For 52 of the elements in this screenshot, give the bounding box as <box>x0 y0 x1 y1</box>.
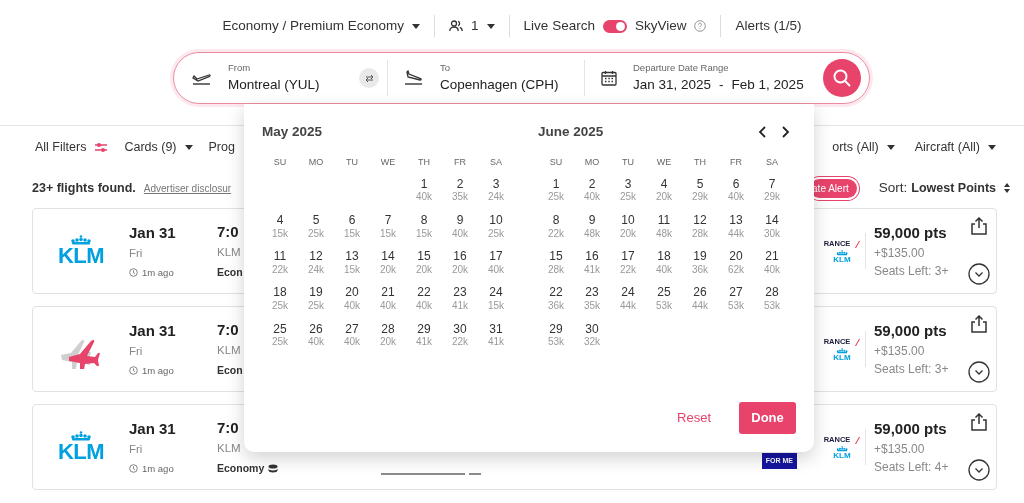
flight-date: Jan 31 <box>129 321 177 341</box>
cabin-class: Economy <box>217 461 265 476</box>
flight-date: Jan 31 <box>129 223 177 243</box>
departure-time: 7:0 <box>217 418 240 439</box>
weekday-label: TH <box>693 156 707 169</box>
cash-fee: +$135.00 <box>874 441 926 459</box>
cash-fee: +$135.00 <box>874 343 926 361</box>
seats-left: Seats Left: 3+ <box>874 361 950 379</box>
points-price: 59,000 pts <box>874 320 948 341</box>
weekday-label: SU <box>272 156 288 169</box>
cabin-class: Econ <box>217 363 243 378</box>
weekday-label: TU <box>345 156 359 169</box>
live-search-label: Live Search <box>523 16 595 35</box>
flight-weekday: Fri <box>129 441 144 457</box>
airline-name: KLM <box>217 440 242 456</box>
partner-logo-text: KLM <box>833 451 851 460</box>
updated-time: 1m ago <box>142 363 174 378</box>
flight-weekday: Fri <box>129 245 144 261</box>
weekday-label: TH <box>417 156 431 169</box>
departure-time: 7:0 <box>217 320 240 341</box>
weekday-label: TU <box>621 156 635 169</box>
weekday-label: MO <box>307 156 325 169</box>
points-price: 59,000 pts <box>874 418 948 439</box>
points-price: 59,000 pts <box>874 222 948 243</box>
updated-time: 1m ago <box>142 265 174 280</box>
seats-left: Seats Left: 3+ <box>874 263 950 281</box>
airline-name: KLM <box>217 342 242 358</box>
sort-label: Sort: <box>878 178 908 197</box>
updated-time: 1m ago <box>142 461 174 476</box>
airline-logo: KLM <box>57 441 105 463</box>
airline-name: KLM <box>217 244 242 260</box>
partner-logo-text: KLM <box>833 353 851 362</box>
cash-fee: +$135.00 <box>874 245 926 263</box>
weekday-label: WE <box>379 156 397 169</box>
weekday-label: SA <box>489 156 503 169</box>
weekday-label: FR <box>453 156 467 169</box>
month-title: June 2025 <box>538 122 604 141</box>
seats-left: Seats Left: 4+ <box>874 459 950 477</box>
flight-weekday: Fri <box>129 343 144 359</box>
partner-logo-text: KLM <box>833 255 851 264</box>
weekday-label: MO <box>583 156 601 169</box>
skyview-label: SkyView <box>634 16 687 35</box>
flight-date: Jan 31 <box>129 419 177 439</box>
results-count: 23+ flights found. <box>32 179 136 197</box>
cabin-class: Econ <box>217 265 243 280</box>
month-title: May 2025 <box>262 122 323 141</box>
weekday-label: FR <box>729 156 743 169</box>
weekday-label: SU <box>548 156 564 169</box>
airline-logo: KLM <box>57 245 105 267</box>
weekday-label: SA <box>765 156 779 169</box>
weekday-label: WE <box>655 156 673 169</box>
departure-time: 7:0 <box>217 222 240 243</box>
